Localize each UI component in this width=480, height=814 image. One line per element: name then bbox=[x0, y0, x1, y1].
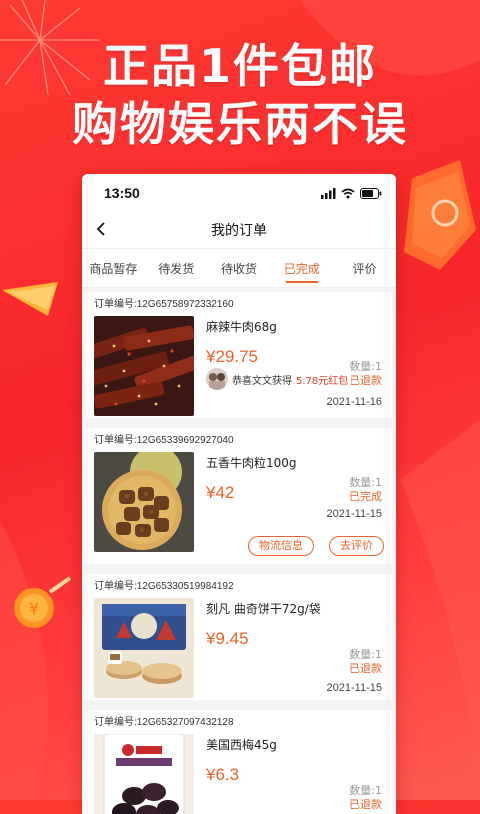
product-image-beef-cubes bbox=[94, 452, 194, 552]
back-arrow-icon[interactable] bbox=[92, 219, 112, 239]
order-list: 订单编号:12G65758972332160 麻辣牛肉68g ¥29.75 数量… bbox=[82, 288, 396, 814]
tab-label: 待收货 bbox=[220, 261, 257, 276]
order-date: 2021-11-15 bbox=[326, 508, 382, 520]
order-status: 已退款 bbox=[349, 662, 382, 675]
banner-line-2: 购物娱乐两不误 bbox=[72, 97, 408, 151]
wifi-icon bbox=[341, 188, 355, 198]
banner-line-1: 正品1件包邮 bbox=[102, 39, 377, 93]
tab-label: 商品暂存 bbox=[89, 261, 138, 276]
red-packet-text: 恭喜文文获得 bbox=[232, 375, 292, 387]
tab-review[interactable]: 评价 bbox=[333, 249, 396, 287]
tab-label: 待发货 bbox=[158, 261, 195, 276]
product-image-cookies bbox=[94, 598, 194, 698]
tab-label: 评价 bbox=[352, 261, 377, 276]
order-date: 2021-11-16 bbox=[326, 396, 382, 408]
order-date: 2021-11-15 bbox=[326, 682, 382, 694]
status-bar: 13:50 bbox=[82, 174, 396, 212]
order-tabs: 商品暂存 待发货 待收货 已完成 评价 bbox=[82, 249, 396, 288]
avatar bbox=[206, 368, 228, 390]
order-card[interactable]: 订单编号:12G65330519984192 刻凡 曲奇饼干72g/袋 ¥9.4… bbox=[86, 574, 392, 700]
status-time: 13:50 bbox=[104, 185, 140, 201]
product-name: 麻辣牛肉68g bbox=[206, 320, 277, 334]
system-icons bbox=[321, 187, 382, 199]
tab-to-receive[interactable]: 待收货 bbox=[208, 249, 271, 287]
order-status: 已退款 bbox=[349, 798, 382, 811]
product-name: 五香牛肉粒100g bbox=[206, 456, 297, 470]
product-name: 美国西梅45g bbox=[206, 738, 277, 752]
red-packet-notice: 恭喜文文获得 5.78元红包 bbox=[206, 368, 352, 390]
logistics-button[interactable]: 物流信息 bbox=[248, 536, 314, 556]
tab-completed[interactable]: 已完成 bbox=[270, 249, 333, 287]
red-packet-amount: 5.78元红包 bbox=[296, 375, 349, 387]
order-status: 已完成 bbox=[349, 490, 382, 503]
page-title: 我的订单 bbox=[211, 223, 267, 239]
review-button[interactable]: 去评价 bbox=[329, 536, 384, 556]
nav-bar: 我的订单 bbox=[82, 212, 396, 249]
order-status: 已退款 bbox=[349, 374, 382, 387]
product-image-spicy-beef bbox=[94, 316, 194, 416]
tab-label: 已完成 bbox=[283, 261, 320, 276]
dumpling-decoration bbox=[2, 282, 58, 316]
order-card[interactable]: 订单编号:12G65339692927040 五香牛肉粒100g ¥42 数量:… bbox=[86, 428, 392, 564]
order-card[interactable]: 订单编号:12G65327097432128 美国西梅45g ¥6.3 数量:1… bbox=[86, 710, 392, 814]
product-name: 刻凡 曲奇饼干72g/袋 bbox=[206, 602, 321, 616]
signal-icon bbox=[321, 187, 336, 199]
order-number: 订单编号:12G65339692927040 bbox=[94, 435, 234, 446]
product-image-prunes bbox=[94, 734, 194, 814]
tab-stored[interactable]: 商品暂存 bbox=[82, 249, 145, 287]
battery-icon bbox=[360, 187, 382, 199]
svg-text:¥: ¥ bbox=[29, 599, 39, 618]
phone-screen: 13:50 我的订单 商品暂存 待发货 待收货 已完成 评价 订单编号:12G6… bbox=[82, 174, 396, 814]
order-number: 订单编号:12G65327097432128 bbox=[94, 717, 234, 728]
order-card[interactable]: 订单编号:12G65758972332160 麻辣牛肉68g ¥29.75 数量… bbox=[86, 292, 392, 418]
coin-decoration: ¥ bbox=[14, 576, 72, 628]
tab-to-ship[interactable]: 待发货 bbox=[145, 249, 208, 287]
order-number: 订单编号:12G65330519984192 bbox=[94, 581, 234, 592]
red-envelope-decoration bbox=[404, 160, 476, 270]
order-number: 订单编号:12G65758972332160 bbox=[94, 299, 234, 310]
